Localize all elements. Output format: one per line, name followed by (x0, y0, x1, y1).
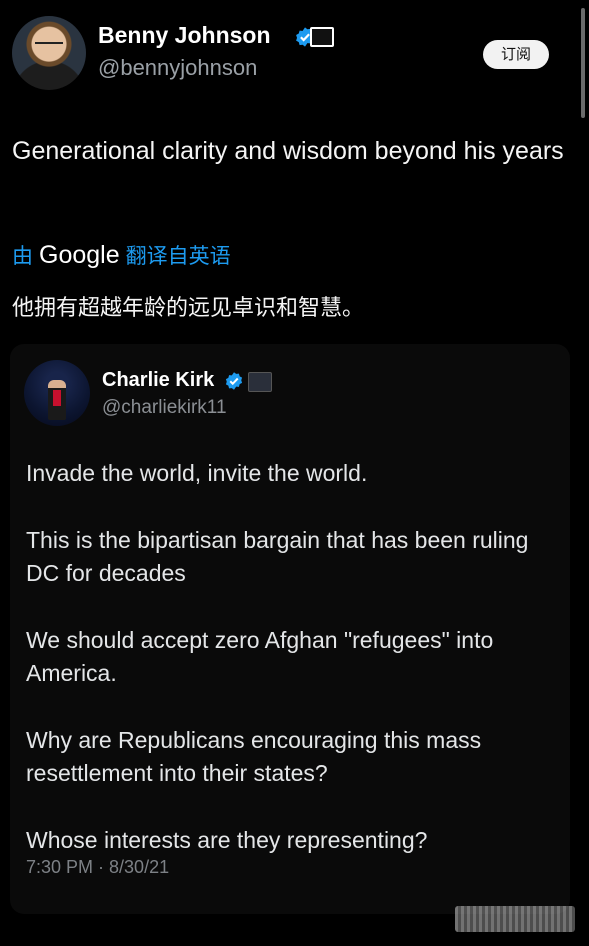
watermark (455, 906, 575, 932)
quote-body: Invade the world, invite the world. This… (26, 457, 566, 891)
translation-prefix: 由 (12, 244, 33, 268)
quoted-tweet[interactable]: Charlie Kirk @charliekirk11 Invade the w… (10, 344, 570, 914)
quote-author-name[interactable]: Charlie Kirk (102, 369, 214, 392)
quote-paragraph: Invade the world, invite the world. (26, 460, 368, 486)
subscribe-button[interactable]: 订阅 (483, 40, 549, 69)
quote-avatar[interactable] (24, 360, 90, 426)
verified-badge-icon (225, 372, 243, 390)
translation-attribution[interactable]: 由 Google 翻译自英语 (12, 240, 231, 270)
affiliation-badge-icon[interactable] (248, 372, 272, 392)
avatar-glasses (35, 42, 63, 52)
quote-timestamp[interactable]: 7:30 PM · 8/30/21 (26, 857, 169, 878)
translated-text: 他拥有超越年龄的远见卓识和智慧。 (12, 296, 365, 321)
tweet-header: Benny Johnson @bennyjohnson 订阅 (12, 16, 572, 90)
avatar-tie (53, 390, 61, 406)
quote-author-handle[interactable]: @charliekirk11 (102, 397, 227, 419)
scrollbar[interactable] (581, 8, 585, 118)
quote-paragraph: Whose interests are they representing? (26, 827, 428, 853)
quote-paragraph: We should accept zero Afghan "refugees" … (26, 627, 494, 686)
avatar[interactable] (12, 16, 86, 90)
translation-suffix: 翻译自英语 (125, 244, 231, 268)
google-logo: Google (39, 241, 120, 269)
quote-paragraph: This is the bipartisan bargain that has … (26, 527, 529, 586)
quote-paragraph: Why are Republicans encouraging this mas… (26, 727, 482, 786)
author-handle[interactable]: @bennyjohnson (98, 55, 257, 81)
tweet-text: Generational clarity and wisdom beyond h… (12, 137, 564, 165)
author-name[interactable]: Benny Johnson (98, 22, 271, 49)
affiliation-badge-icon[interactable] (310, 27, 334, 47)
